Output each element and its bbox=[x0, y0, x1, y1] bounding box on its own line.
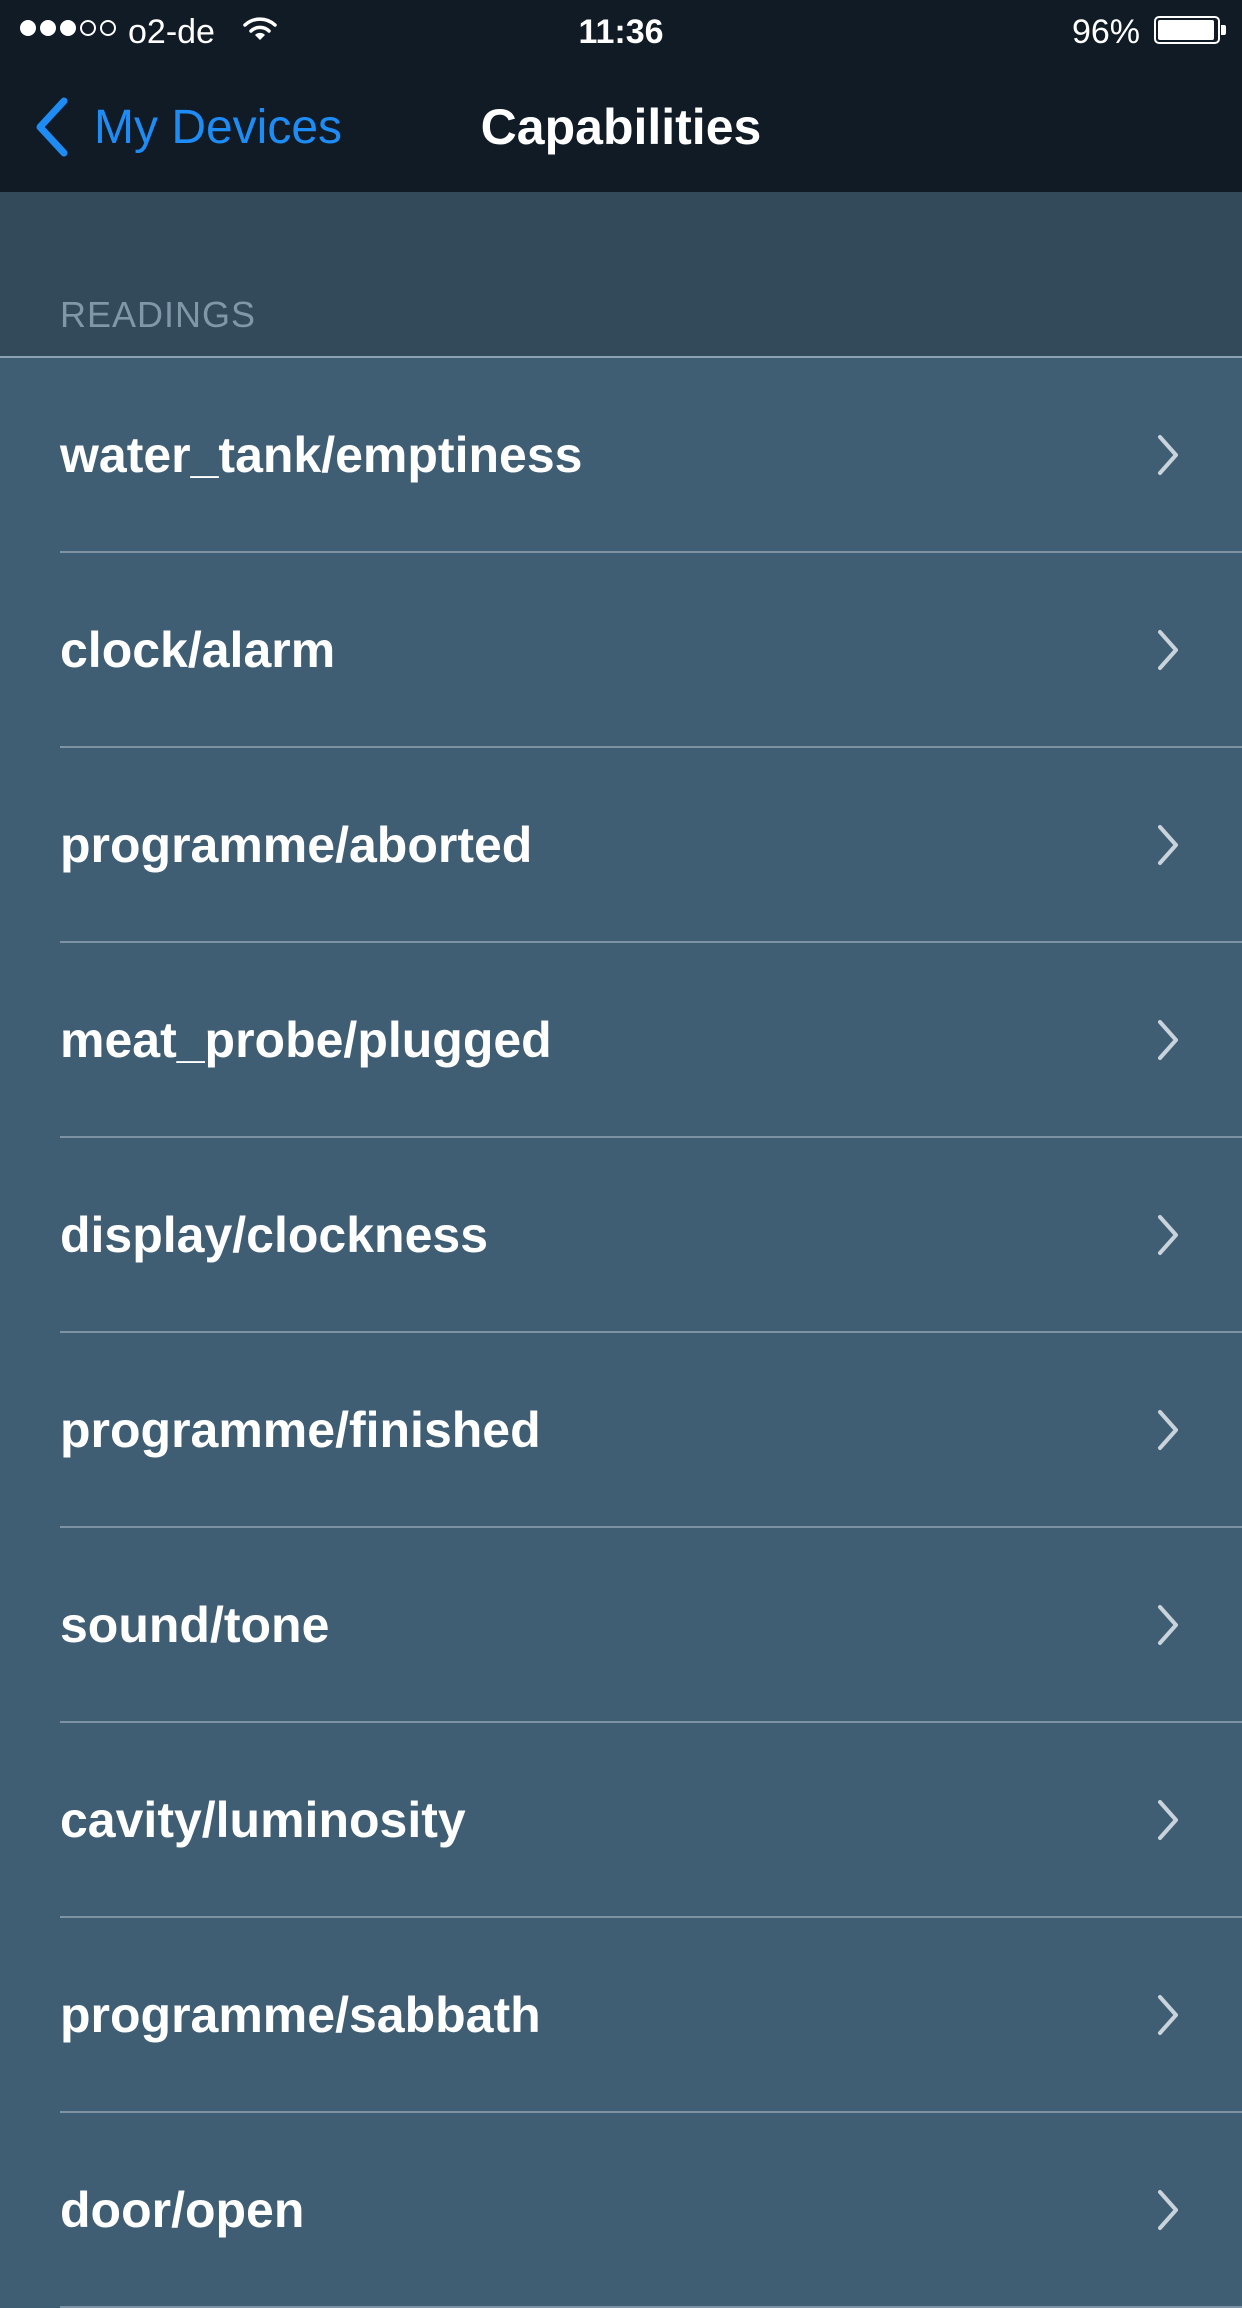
page-title: Capabilities bbox=[480, 99, 762, 155]
list-item-label: programme/sabbath bbox=[60, 1987, 541, 2043]
list-item[interactable]: sound/tone bbox=[0, 1528, 1242, 1723]
list-item-label: water_tank/emptiness bbox=[60, 427, 583, 483]
list-item-label: door/open bbox=[60, 2182, 305, 2238]
chevron-right-icon bbox=[1158, 1800, 1178, 1840]
list-item[interactable]: programme/aborted bbox=[0, 748, 1242, 943]
list-item-label: sound/tone bbox=[60, 1597, 330, 1653]
battery-percentage: 96% bbox=[1071, 13, 1140, 51]
list-item-label: display/clockness bbox=[60, 1207, 489, 1263]
status-time: 11:36 bbox=[578, 13, 664, 51]
list-item[interactable]: door/open bbox=[0, 2113, 1242, 2308]
list-item[interactable]: programme/sabbath bbox=[0, 1918, 1242, 2113]
list-item-label: cavity/luminosity bbox=[60, 1792, 466, 1848]
list-item[interactable]: water_tank/emptiness bbox=[0, 358, 1242, 553]
navigation-bar: o2-de 11:36 96% My Devices Capabilities bbox=[0, 0, 1242, 192]
list-item-label: programme/aborted bbox=[60, 817, 533, 873]
list-item-label: programme/finished bbox=[60, 1402, 541, 1458]
chevron-right-icon bbox=[1158, 435, 1178, 475]
section-header-area: READINGS bbox=[0, 192, 1242, 358]
list-item-label: clock/alarm bbox=[60, 622, 336, 678]
chevron-right-icon bbox=[1158, 2190, 1178, 2230]
list-item[interactable]: clock/alarm bbox=[0, 553, 1242, 748]
chevron-right-icon bbox=[1158, 1410, 1178, 1450]
list-item-label: meat_probe/plugged bbox=[60, 1012, 552, 1068]
chevron-right-icon bbox=[1158, 1020, 1178, 1060]
chevron-right-icon bbox=[1158, 825, 1178, 865]
list-item[interactable]: display/clockness bbox=[0, 1138, 1242, 1333]
list-item[interactable]: cavity/luminosity bbox=[0, 1723, 1242, 1918]
chevron-right-icon bbox=[1158, 1605, 1178, 1645]
battery-icon bbox=[1154, 16, 1220, 44]
chevron-right-icon bbox=[1158, 1215, 1178, 1255]
battery-level-fill bbox=[1158, 20, 1214, 40]
list-item[interactable]: meat_probe/plugged bbox=[0, 943, 1242, 1138]
battery-tip bbox=[1221, 25, 1226, 35]
status-bar: o2-de 11:36 96% bbox=[0, 0, 1242, 62]
chevron-right-icon bbox=[1158, 1995, 1178, 2035]
list-item[interactable]: programme/finished bbox=[0, 1333, 1242, 1528]
capability-list: water_tank/emptiness clock/alarm programme… bbox=[0, 358, 1242, 2308]
section-header-readings: READINGS bbox=[60, 294, 257, 335]
chevron-right-icon bbox=[1158, 630, 1178, 670]
